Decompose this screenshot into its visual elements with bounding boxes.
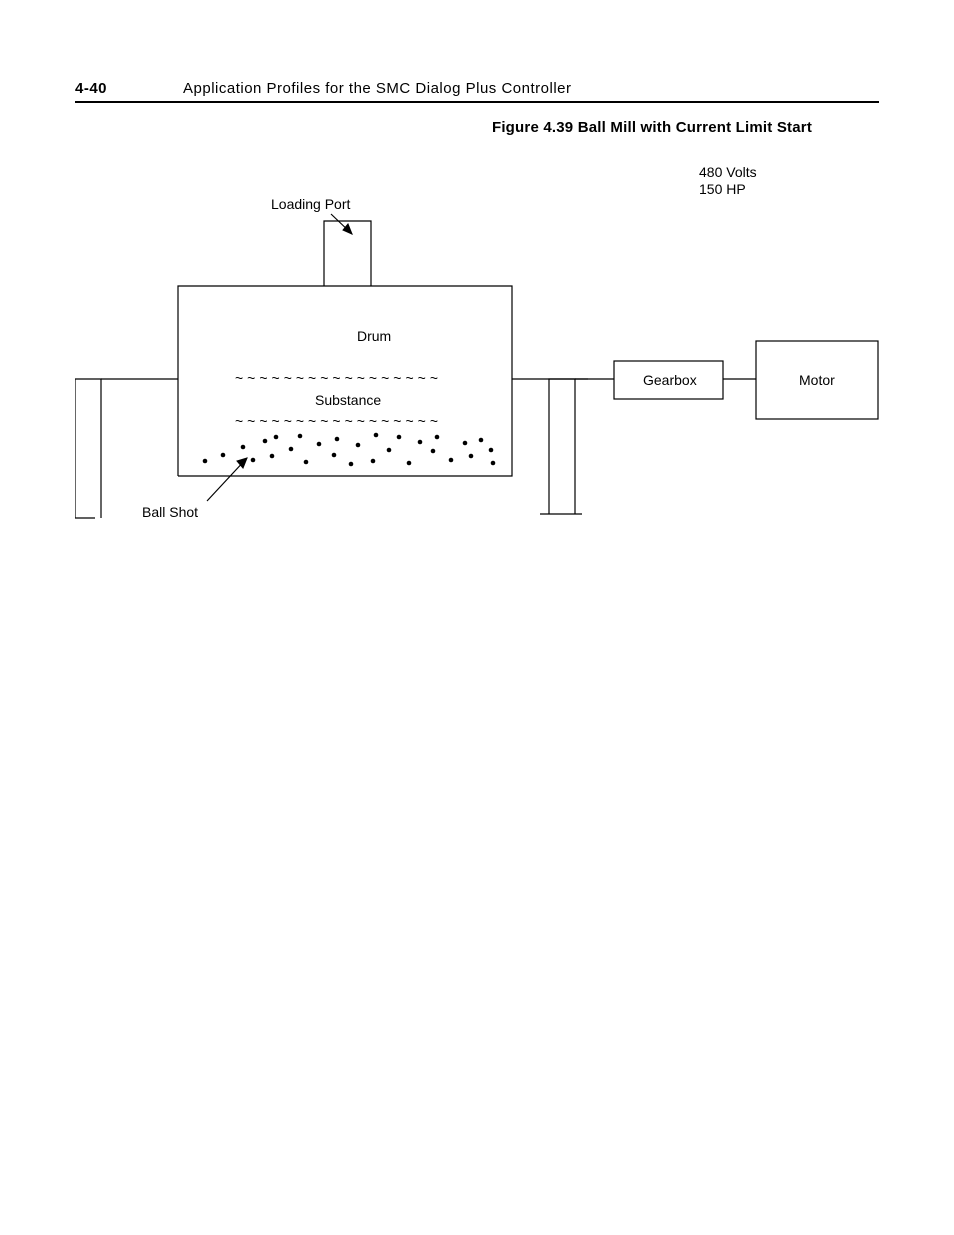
ball-shot-label: Ball Shot	[142, 504, 198, 521]
page-header: 4-40 Application Profiles for the SMC Di…	[75, 80, 879, 103]
drum-label: Drum	[357, 328, 391, 345]
page-number: 4-40	[75, 80, 183, 97]
figure-title: Figure 4.39 Ball Mill with Current Limit…	[425, 119, 879, 136]
substance-label: Substance	[315, 392, 381, 409]
loading-port-label: Loading Port	[271, 196, 350, 213]
motor-label: Motor	[799, 372, 835, 389]
section-title: Application Profiles for the SMC Dialog …	[183, 80, 572, 97]
tilde-row-upper: ~~~~~~~~~~~~~~~~~	[235, 371, 442, 385]
ball-mill-diagram: 480 Volts 150 HP Loading Port Drum ~~~~~…	[75, 146, 879, 566]
power-label: 150 HP	[699, 181, 746, 197]
diagram-svg	[75, 146, 879, 566]
voltage-label: 480 Volts	[699, 164, 757, 180]
tilde-row-lower: ~~~~~~~~~~~~~~~~~	[235, 414, 442, 428]
gearbox-label: Gearbox	[643, 372, 697, 389]
motor-specs: 480 Volts 150 HP	[699, 164, 757, 198]
